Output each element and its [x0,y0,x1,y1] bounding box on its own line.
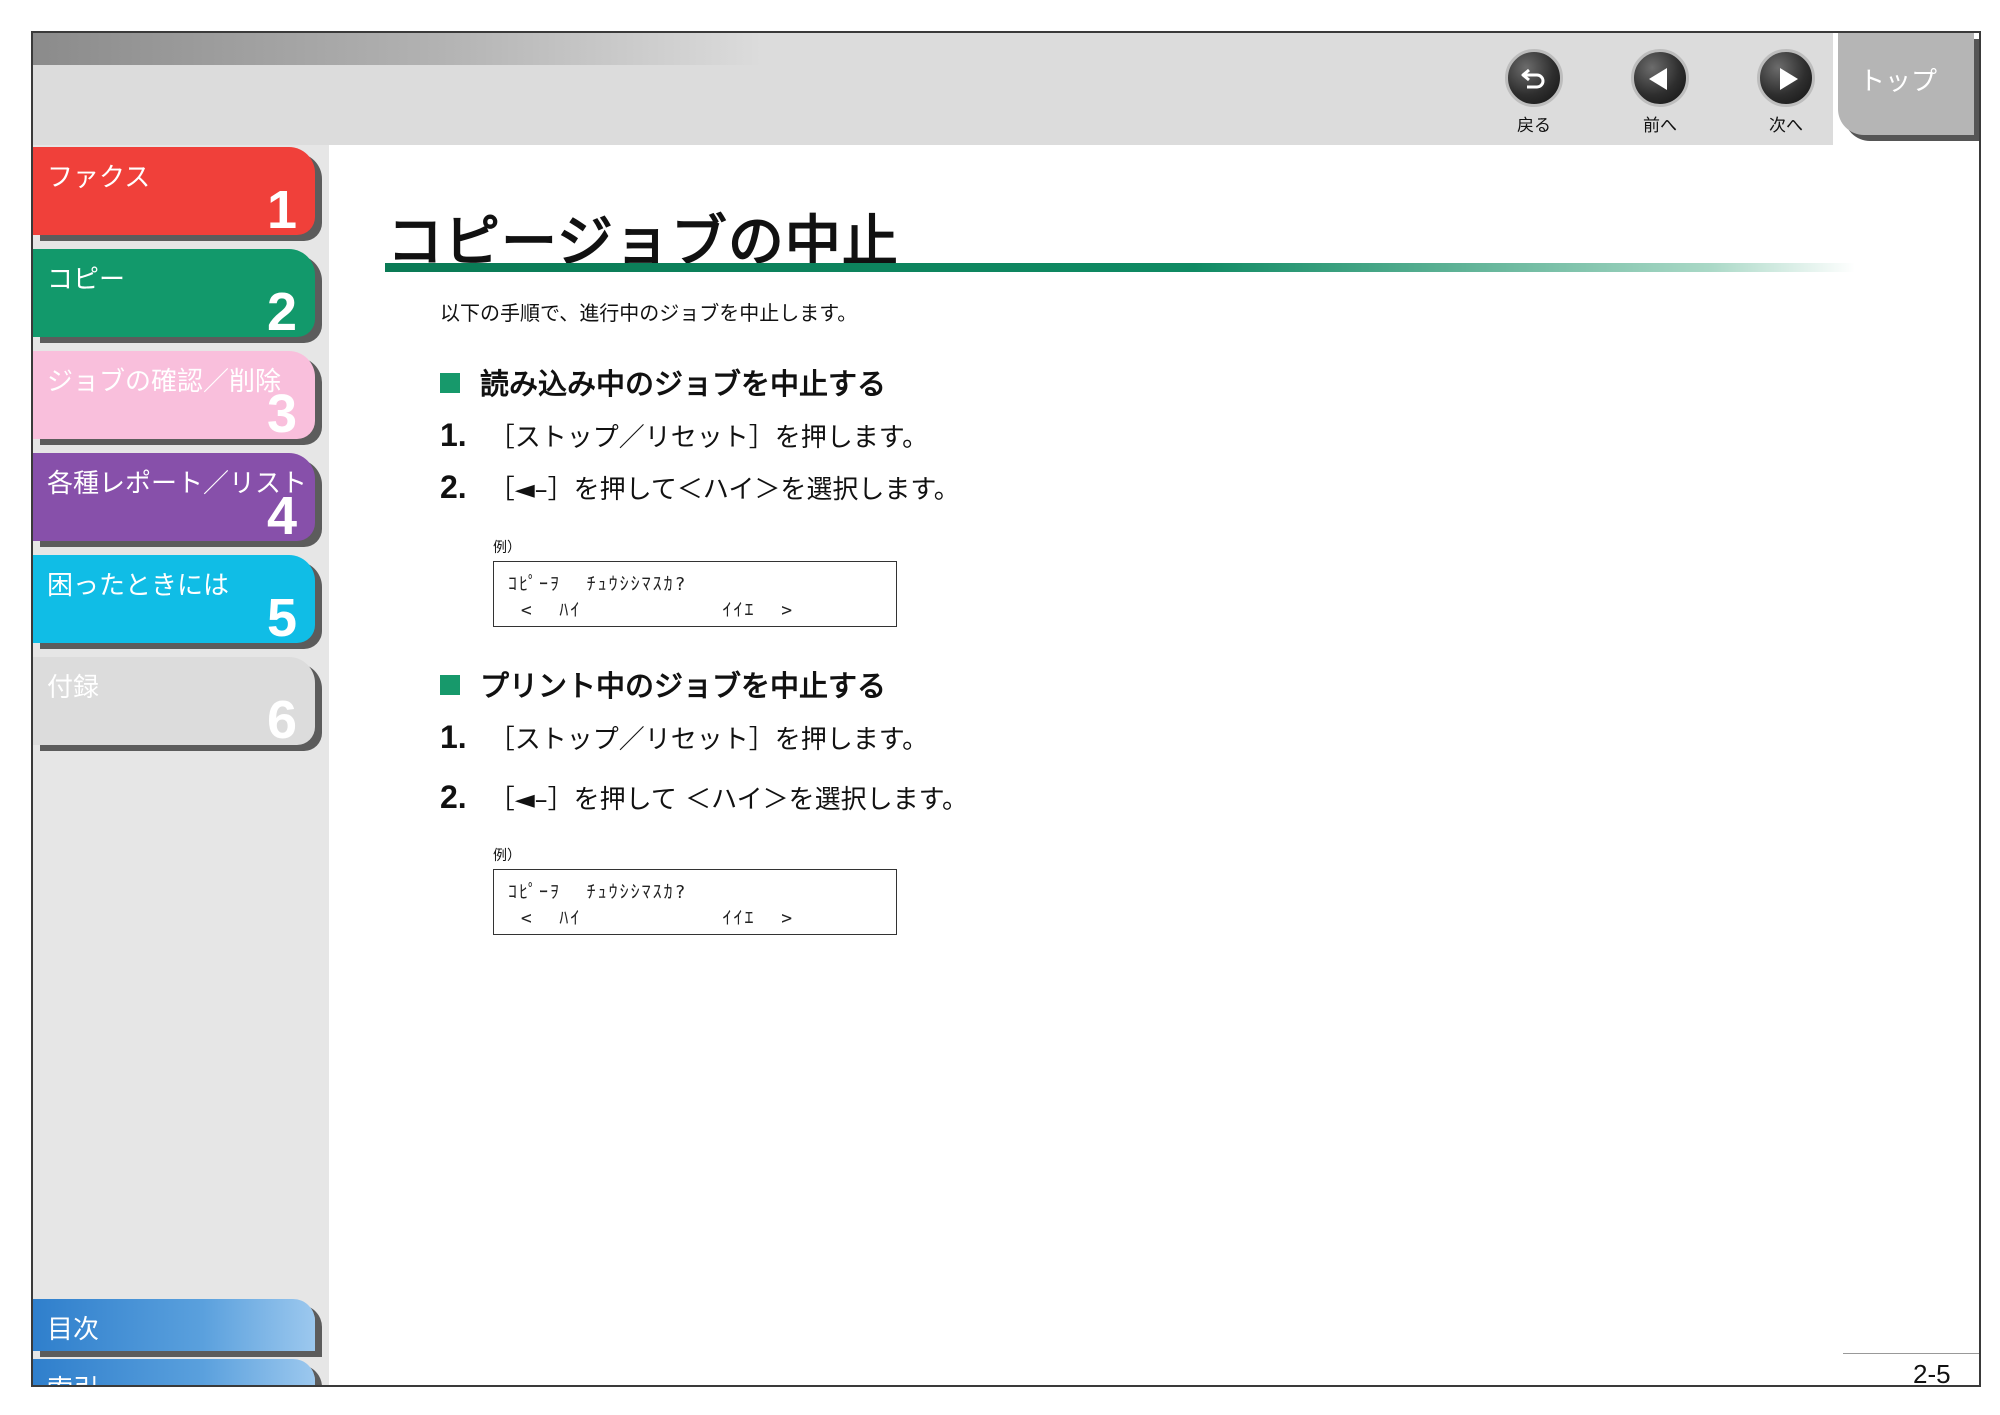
back-label: 戻る [1517,116,1551,136]
lcd-line-1: ｺﾋﾟｰｦ ﾁｭｳｼｼﾏｽｶ? [508,882,688,903]
chapter-tab-2[interactable]: コピー 2 [33,249,317,339]
chapter-tab-4[interactable]: 各種レポート／リスト 4 [33,453,317,543]
lcd-display-example: ｺﾋﾟｰｦ ﾁｭｳｼｼﾏｽｶ? < ﾊｲ ｲｲｴ > [493,869,897,935]
sidebar: ファクス 1 コピー 2 ジョブの確認／削除 3 各種レポート／リスト 4 困っ… [33,145,329,1385]
chapter-number: 4 [266,486,297,546]
page-number: 2-5 [1913,1359,1951,1387]
chapter-number: 3 [266,384,297,444]
chapter-tab-5[interactable]: 困ったときには 5 [33,555,317,645]
chapter-number: 2 [266,282,297,342]
lcd-line-2: < ﾊｲ ｲｲｴ > [508,908,795,929]
top-stripe [33,33,763,65]
chapter-title: コピー [47,265,126,295]
step-item: 2. ［◄–］を押して＜ハイ＞を選択します。 [440,469,960,505]
contents-label: 目次 [47,1315,100,1345]
section-heading: 読み込み中のジョブを中止する [440,361,886,403]
chapter-tab-1[interactable]: ファクス 1 [33,147,317,237]
chapter-title: ジョブの確認／削除 [47,367,282,397]
example-label: 例） [493,848,521,864]
back-button[interactable]: 戻る [1489,49,1579,139]
next-label: 次へ [1769,116,1803,136]
footer-divider [1843,1353,1979,1354]
prev-label: 前へ [1643,116,1677,136]
chapter-tab-6[interactable]: 付録 6 [33,657,317,747]
prev-button[interactable]: 前へ [1615,49,1705,139]
back-icon [1505,49,1563,107]
chapter-number: 5 [266,588,297,648]
chapter-tab-3[interactable]: ジョブの確認／削除 3 [33,351,317,441]
square-bullet-icon [440,675,460,695]
lcd-line-2: < ﾊｲ ｲｲｴ > [508,600,795,621]
chapter-number: 1 [266,180,297,240]
step-item: 1. ［ストップ／リセット］を押します。 [440,417,929,453]
chapter-title: 困ったときには [47,571,230,601]
index-label: 索引 [47,1369,99,1385]
step-item: 1. ［ストップ／リセット］を押します。 [440,719,929,755]
top-tab-label: トップ [1859,67,1938,97]
lcd-line-1: ｺﾋﾟｰｦ ﾁｭｳｼｼﾏｽｶ? [508,574,688,595]
next-icon [1757,49,1815,107]
top-tab[interactable]: トップ [1833,33,1979,145]
title-underline [385,263,1855,272]
square-bullet-icon [440,373,460,393]
index-tab[interactable]: 索引 [33,1359,317,1385]
top-toolbar: 戻る 前へ 次へ [33,33,1833,145]
lcd-display-example: ｺﾋﾟｰｦ ﾁｭｳｼｼﾏｽｶ? < ﾊｲ ｲｲｴ > [493,561,897,627]
example-label: 例） [493,540,521,556]
chapter-title: ファクス [47,163,151,193]
chapter-number: 6 [266,690,297,750]
contents-tab[interactable]: 目次 [33,1299,317,1351]
intro-text: 以下の手順で、進行中のジョブを中止します。 [440,301,858,325]
next-button[interactable]: 次へ [1741,49,1831,139]
chapter-title: 付録 [47,673,100,703]
prev-icon [1631,49,1689,107]
page-frame: 戻る 前へ 次へ トップ ファクス 1 コピー 2 ジョブの確認／削除 3 各種… [31,31,1981,1387]
step-item: 2. ［◄–］を押して ＜ハイ＞を選択します。 [440,779,969,815]
section-heading: プリント中のジョブを中止する [440,663,886,705]
